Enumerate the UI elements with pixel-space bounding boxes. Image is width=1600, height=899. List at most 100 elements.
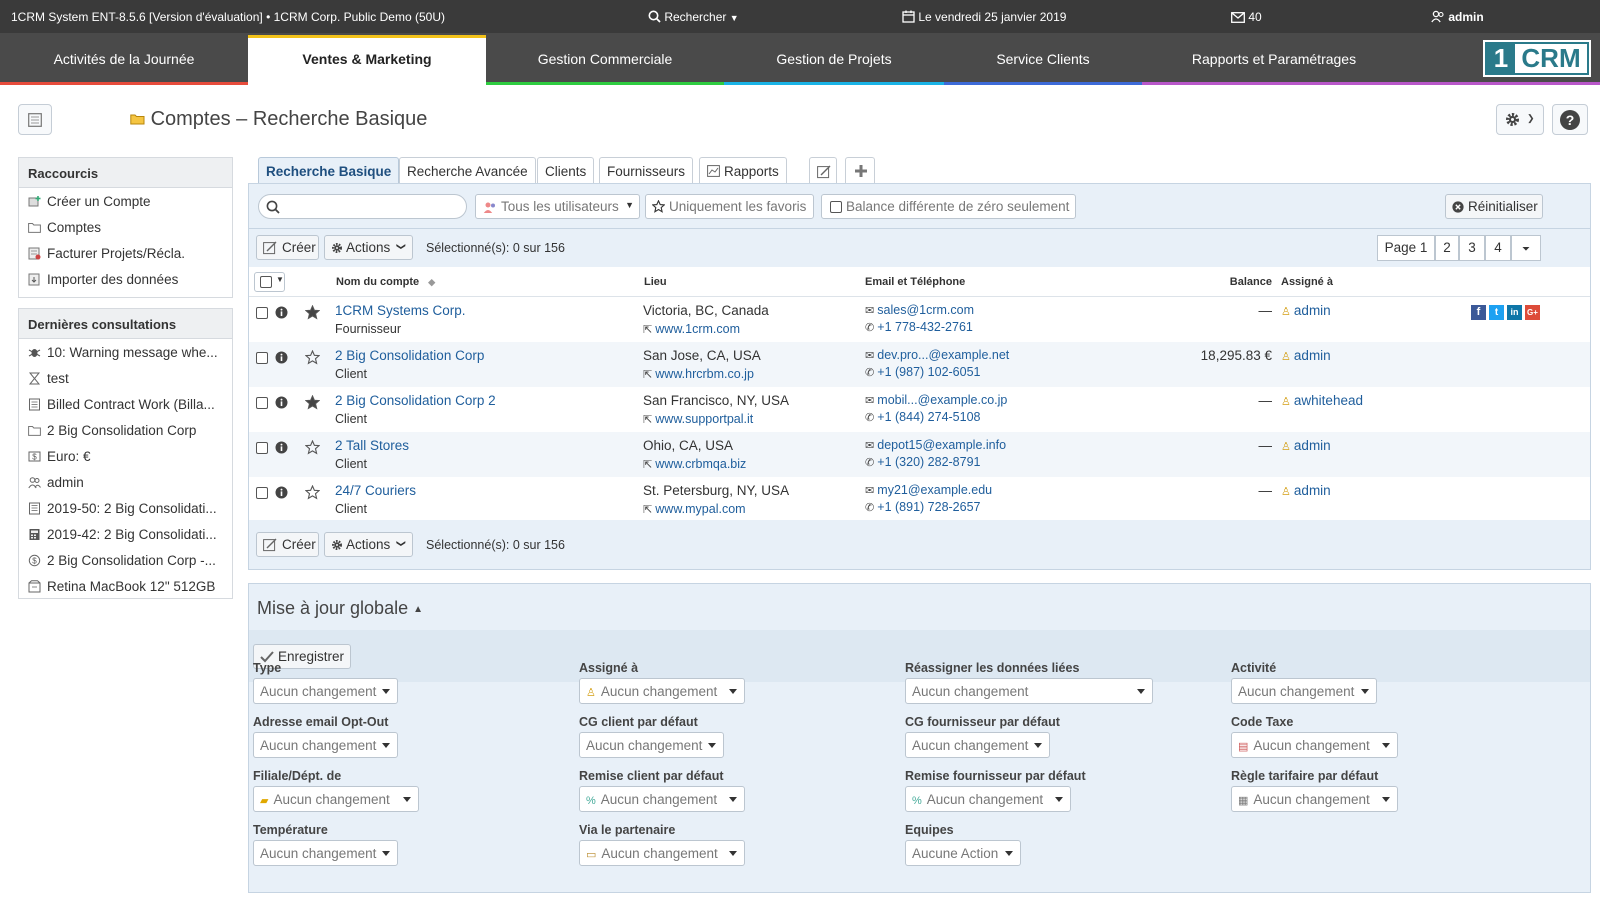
nav-tab-gestion-commerciale[interactable]: Gestion Commerciale: [486, 33, 724, 85]
recent-item[interactable]: test: [19, 365, 232, 391]
favorite-star-icon[interactable]: [305, 350, 320, 365]
table-row[interactable]: 2 Tall Stores Client Ohio, CA, USA ⇱ www.cr…: [249, 432, 1590, 477]
mass-update-select[interactable]: Aucun changement: [1231, 678, 1377, 704]
help-button[interactable]: ?: [1552, 104, 1588, 135]
create-button[interactable]: Créer: [256, 235, 319, 260]
phone-link[interactable]: ✆ +1 778-432-2761: [865, 320, 973, 334]
reset-button[interactable]: Réinitialiser: [1445, 194, 1543, 219]
recent-item[interactable]: 10: Warning message whe...: [19, 339, 232, 365]
settings-menu-button[interactable]: ❯: [1496, 104, 1544, 135]
mass-update-select[interactable]: Aucun changement: [905, 678, 1153, 704]
row-checkbox[interactable]: [256, 352, 268, 364]
row-checkbox[interactable]: [256, 307, 268, 319]
shortcut-create-account[interactable]: Créer un Compte: [19, 188, 232, 214]
page-indicator[interactable]: Page 1: [1377, 235, 1435, 261]
user-menu[interactable]: admin: [1431, 10, 1484, 24]
mass-update-select[interactable]: ♙ Aucun changement: [579, 678, 745, 704]
assigned-user-link[interactable]: ♙ admin: [1281, 483, 1331, 498]
assigned-user-link[interactable]: ♙ admin: [1281, 348, 1331, 363]
nav-tab-activites[interactable]: Activités de la Journée: [0, 33, 248, 85]
shortcut-invoice-projects[interactable]: Facturer Projets/Récla.: [19, 240, 232, 266]
recent-item[interactable]: 2019-42: 2 Big Consolidati...: [19, 521, 232, 547]
tab-suppliers[interactable]: Fournisseurs: [599, 157, 694, 184]
favorite-star-icon[interactable]: [305, 440, 320, 455]
assigned-user-link[interactable]: ♙ admin: [1281, 303, 1331, 318]
account-name-link[interactable]: 2 Big Consolidation Corp 2: [335, 393, 496, 408]
search-input[interactable]: [285, 198, 461, 215]
mass-update-select[interactable]: % Aucun changement: [579, 786, 745, 812]
nonzero-balance-filter[interactable]: Balance différente de zéro seulement: [821, 194, 1076, 219]
website-link[interactable]: ⇱ www.mypal.com: [643, 502, 746, 516]
checkbox[interactable]: [830, 201, 842, 213]
recent-item[interactable]: 2019-50: 2 Big Consolidati...: [19, 495, 232, 521]
tab-add[interactable]: [845, 157, 875, 184]
email-link[interactable]: ✉ mobil...@example.co.jp: [865, 393, 1007, 407]
email-link[interactable]: ✉ my21@example.edu: [865, 483, 992, 497]
row-checkbox[interactable]: [256, 487, 268, 499]
table-row[interactable]: 1CRM Systems Corp. Fournisseur Victoria, B…: [249, 297, 1590, 342]
all-users-filter[interactable]: Tous les utilisateurs ▼: [475, 194, 640, 219]
phone-link[interactable]: ✆ +1 (891) 728-2657: [865, 500, 981, 514]
mail-button[interactable]: 40: [1231, 10, 1262, 24]
account-name-link[interactable]: 2 Big Consolidation Corp: [335, 348, 484, 363]
favorite-star-icon[interactable]: [305, 305, 320, 320]
col-assigned-header[interactable]: Assigné à: [1281, 276, 1333, 288]
shortcut-import[interactable]: Importer des données: [19, 266, 232, 292]
mass-update-select[interactable]: ▤ Aucun changement: [1231, 732, 1398, 758]
tab-clients[interactable]: Clients: [537, 157, 595, 184]
mass-update-select[interactable]: Aucun changement: [253, 840, 398, 866]
tab-edit-layout[interactable]: [809, 157, 837, 184]
mass-update-select[interactable]: Aucun changement: [905, 732, 1050, 758]
facebook-icon[interactable]: f: [1471, 305, 1486, 320]
email-link[interactable]: ✉ sales@1crm.com: [865, 303, 974, 317]
row-checkbox[interactable]: [256, 442, 268, 454]
col-name-header[interactable]: Nom du compte ◆: [336, 276, 435, 288]
website-link[interactable]: ⇱ www.supportpal.it: [643, 412, 753, 426]
nav-tab-service-clients[interactable]: Service Clients: [944, 33, 1142, 85]
assigned-user-link[interactable]: ♙ awhitehead: [1281, 393, 1363, 408]
mass-update-select[interactable]: Aucun changement: [253, 678, 398, 704]
mass-update-select[interactable]: Aucun changement: [579, 732, 724, 758]
recent-item[interactable]: admin: [19, 469, 232, 495]
favorite-star-icon[interactable]: [305, 485, 320, 500]
table-row[interactable]: 2 Big Consolidation Corp 2 Client San Fran…: [249, 387, 1590, 432]
actions-menu-button[interactable]: Actions ❯: [324, 235, 413, 260]
mass-update-select[interactable]: ▦ Aucun changement: [1231, 786, 1398, 812]
account-name-link[interactable]: 2 Tall Stores: [335, 438, 409, 453]
recent-item[interactable]: 2 Big Consolidation Corp: [19, 417, 232, 443]
mass-update-select[interactable]: Aucune Action: [905, 840, 1021, 866]
actions-menu-button[interactable]: Actions ❯: [324, 532, 413, 557]
create-button[interactable]: Créer: [256, 532, 319, 557]
1crm-logo[interactable]: 1 CRM: [1483, 40, 1591, 77]
mass-update-select[interactable]: Aucun changement: [253, 732, 398, 758]
mass-update-toggle[interactable]: Mise à jour globale ▲: [257, 598, 423, 619]
quick-search-field[interactable]: [258, 194, 467, 219]
nav-tab-gestion-projets[interactable]: Gestion de Projets: [724, 33, 944, 85]
mass-update-select[interactable]: ▰ Aucun changement: [253, 786, 419, 812]
mass-update-select[interactable]: ▭ Aucun changement: [579, 840, 745, 866]
phone-link[interactable]: ✆ +1 (844) 274-5108: [865, 410, 981, 424]
page-4-button[interactable]: 4: [1485, 235, 1511, 261]
col-contact-header[interactable]: Email et Téléphone: [865, 276, 965, 288]
assigned-user-link[interactable]: ♙ admin: [1281, 438, 1331, 453]
global-search-button[interactable]: Rechercher ▼: [648, 10, 739, 24]
col-balance-header[interactable]: Balance: [1230, 276, 1272, 288]
nav-tab-rapports[interactable]: Rapports et Paramétrages: [1142, 33, 1406, 85]
recent-item[interactable]: $2 Big Consolidation Corp -...: [19, 547, 232, 573]
date-display[interactable]: Le vendredi 25 janvier 2019: [902, 10, 1066, 24]
recent-item[interactable]: Retina MacBook 12" 512GB: [19, 573, 232, 599]
phone-link[interactable]: ✆ +1 (987) 102-6051: [865, 365, 981, 379]
phone-link[interactable]: ✆ +1 (320) 282-8791: [865, 455, 981, 469]
website-link[interactable]: ⇱ www.1crm.com: [643, 322, 740, 336]
table-row[interactable]: 24/7 Couriers Client St. Petersburg, NY, U…: [249, 477, 1590, 522]
account-name-link[interactable]: 1CRM Systems Corp.: [335, 303, 466, 318]
account-name-link[interactable]: 24/7 Couriers: [335, 483, 416, 498]
table-row[interactable]: 2 Big Consolidation Corp Client San Jose, …: [249, 342, 1590, 387]
nav-tab-ventes-marketing[interactable]: Ventes & Marketing: [248, 35, 486, 85]
linkedin-icon[interactable]: in: [1507, 305, 1522, 320]
tab-reports[interactable]: Rapports: [699, 157, 787, 184]
website-link[interactable]: ⇱ www.hrcrbm.co.jp: [643, 367, 754, 381]
page-3-button[interactable]: 3: [1459, 235, 1485, 261]
google-plus-icon[interactable]: G+: [1525, 305, 1540, 320]
toggle-sidebar-button[interactable]: [18, 104, 52, 135]
